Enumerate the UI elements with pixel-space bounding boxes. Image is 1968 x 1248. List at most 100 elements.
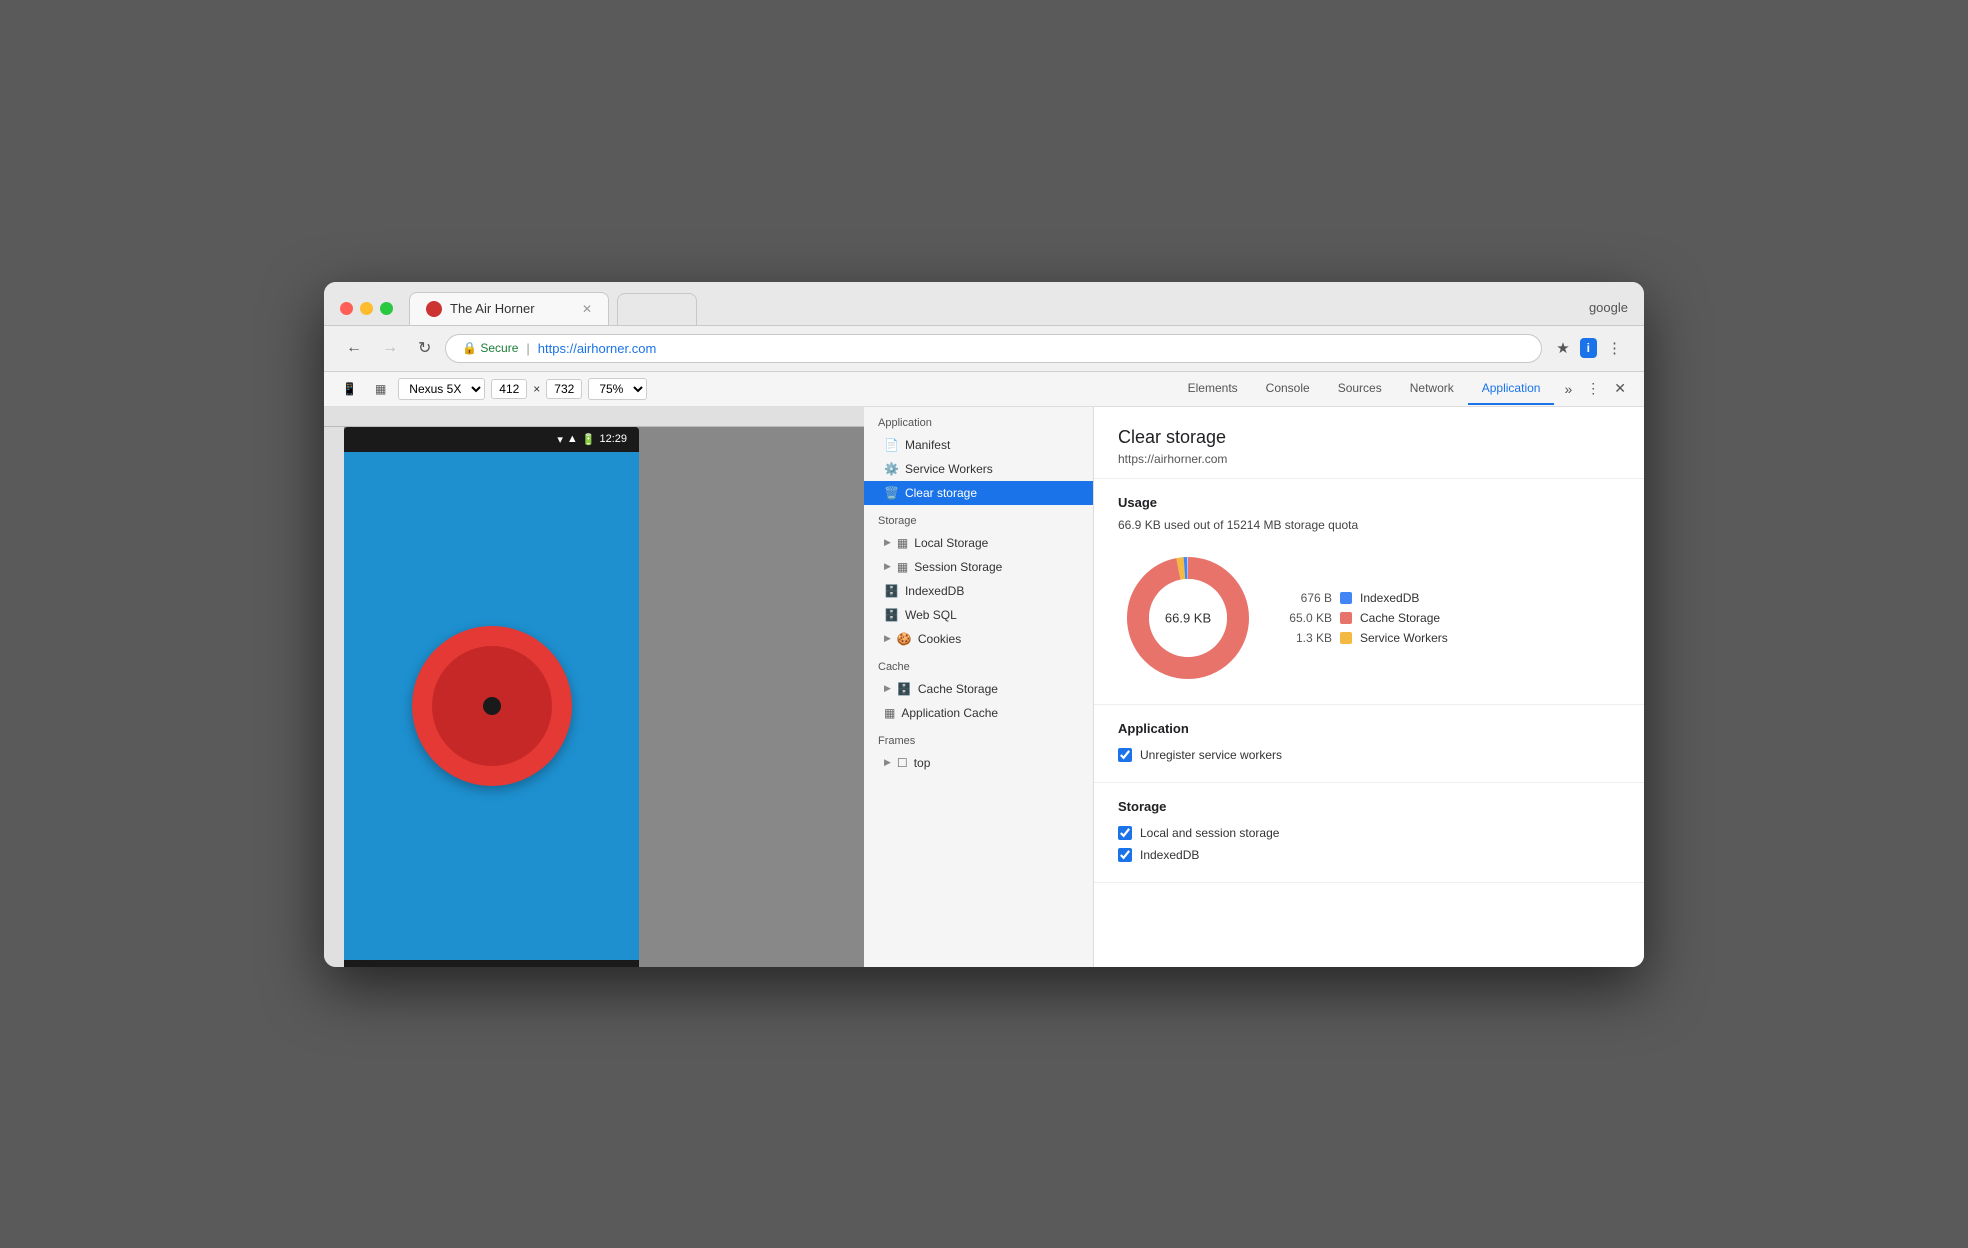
sidebar-item-local-storage[interactable]: ▶ ▦ Local Storage [864,531,1093,555]
sidebar-item-service-workers[interactable]: ⚙️ Service Workers [864,457,1093,481]
sidebar-item-cookies[interactable]: ▶ 🍪 Cookies [864,627,1093,651]
tab-close-button[interactable]: ✕ [582,302,592,316]
checkbox-indexeddb: IndexedDB [1118,844,1620,866]
browser-tab[interactable]: The Air Horner ✕ [409,292,609,325]
url-divider: | [526,341,529,356]
address-bar: ← → ↻ 🔒 Secure | https://airhorner.com ★… [324,326,1644,372]
sidebar-label-storage: Storage [864,505,1093,531]
panel-usage-section: Usage 66.9 KB used out of 15214 MB stora… [1094,479,1644,705]
more-tabs-button[interactable]: » [1558,377,1578,401]
sidebar-item-clear-storage[interactable]: 🗑️ Clear storage [864,481,1093,505]
devtools-menu-button[interactable]: ⋮ [1580,376,1606,401]
sidebar-item-application-cache[interactable]: ▦ Application Cache [864,701,1093,725]
toolbar-right: ★ i ⋮ [1550,335,1628,361]
sidebar-indexeddb-label: IndexedDB [905,584,964,598]
device-toolbar-toggle[interactable]: 📱 [336,378,363,400]
zoom-select[interactable]: 75% [588,378,647,400]
device-select[interactable]: Nexus 5X [398,378,485,400]
devtools-extra-icons: » ⋮ ✕ [1558,376,1632,401]
horn-center-dot [483,697,501,715]
tab-favicon [426,301,442,317]
sidebar-manifest-label: Manifest [905,438,950,452]
checkbox-local-session-storage-input[interactable] [1118,826,1132,840]
new-tab-area[interactable] [617,293,697,325]
sidebar-item-session-storage[interactable]: ▶ ▦ Session Storage [864,555,1093,579]
storage-section-title: Storage [1118,799,1620,814]
application-cache-icon: ▦ [884,706,895,720]
inspect-element-button[interactable]: ▦ [369,378,392,400]
indexeddb-icon: 🗄️ [884,584,899,598]
panel-application-section: Application Unregister service workers [1094,705,1644,783]
application-section-title: Application [1118,721,1620,736]
tab-sources[interactable]: Sources [1324,373,1396,405]
close-button[interactable] [340,302,353,315]
checkbox-unregister-sw-label: Unregister service workers [1140,748,1282,762]
sidebar-label-cache: Cache [864,651,1093,677]
devtools-panel: Clear storage https://airhorner.com Usag… [1094,407,1644,967]
tab-console[interactable]: Console [1252,373,1324,405]
signal-icon: ▲ [567,433,578,445]
legend-item-indexeddb: 676 B IndexedDB [1282,591,1448,605]
legend-label-service-workers: Service Workers [1360,631,1448,645]
sidebar-service-workers-label: Service Workers [905,462,993,476]
sidebar-item-indexeddb[interactable]: 🗄️ IndexedDB [864,579,1093,603]
devtools-bar: 📱 ▦ Nexus 5X × 75% Elements Console Sour… [324,372,1644,407]
session-storage-icon: ▦ [897,560,908,574]
donut-chart: 66.9 KB [1118,548,1258,688]
extension-button[interactable]: i [1580,338,1597,358]
checkbox-indexeddb-input[interactable] [1118,848,1132,862]
service-workers-icon: ⚙️ [884,462,899,476]
forward-button[interactable]: → [376,335,404,361]
legend-size-indexeddb: 676 B [1282,591,1332,605]
dimension-separator: × [533,382,540,396]
viewport: ▾ ▲ 🔋 12:29 [324,407,864,967]
horn-outer-circle[interactable] [412,626,572,786]
web-sql-icon: 🗄️ [884,608,899,622]
manifest-icon: 📄 [884,438,899,452]
tab-application[interactable]: Application [1468,373,1555,405]
height-input[interactable] [546,379,582,399]
address-url: https://airhorner.com [538,341,657,356]
top-arrow: ▶ [884,757,891,768]
wifi-icon: ▾ [557,433,563,446]
title-bar: The Air Horner ✕ google [324,282,1644,326]
cache-storage-arrow: ▶ [884,683,891,694]
sidebar-item-web-sql[interactable]: 🗄️ Web SQL [864,603,1093,627]
tab-elements[interactable]: Elements [1174,373,1252,405]
checkbox-unregister-sw-input[interactable] [1118,748,1132,762]
minimize-button[interactable] [360,302,373,315]
address-field[interactable]: 🔒 Secure | https://airhorner.com [445,334,1542,363]
legend-item-cache-storage: 65.0 KB Cache Storage [1282,611,1448,625]
devtools-close-button[interactable]: ✕ [1608,376,1632,401]
browser-window: The Air Horner ✕ google ← → ↻ 🔒 Secure |… [324,282,1644,967]
legend-color-indexeddb [1340,592,1352,604]
cookies-icon: 🍪 [897,632,912,646]
reload-button[interactable]: ↻ [412,334,437,362]
usage-text: 66.9 KB used out of 15214 MB storage quo… [1118,518,1620,532]
sidebar-item-cache-storage[interactable]: ▶ 🗄️ Cache Storage [864,677,1093,701]
battery-icon: 🔋 [582,433,596,446]
devtools-sidebar: Application 📄 Manifest ⚙️ Service Worker… [864,407,1094,967]
panel-header: Clear storage https://airhorner.com [1094,407,1644,479]
sidebar-top-label: top [914,756,931,770]
phone-content [344,452,639,960]
tab-network[interactable]: Network [1396,373,1468,405]
local-storage-icon: ▦ [897,536,908,550]
bookmark-button[interactable]: ★ [1550,335,1575,361]
donut-label: 66.9 KB [1165,610,1211,625]
back-button[interactable]: ← [340,335,368,361]
device-toolbar: 📱 ▦ Nexus 5X × 75% [336,372,647,406]
url-host: airhorner.com [577,341,656,356]
sidebar-local-storage-label: Local Storage [914,536,988,550]
sidebar-item-top[interactable]: ▶ ☐ top [864,751,1093,775]
sidebar-cache-storage-label: Cache Storage [918,682,998,696]
legend-label-cache-storage: Cache Storage [1360,611,1440,625]
checkbox-unregister-sw: Unregister service workers [1118,744,1620,766]
sidebar-item-manifest[interactable]: 📄 Manifest [864,433,1093,457]
menu-button[interactable]: ⋮ [1601,335,1628,361]
local-storage-arrow: ▶ [884,537,891,548]
maximize-button[interactable] [380,302,393,315]
horn-inner-circle [432,646,552,766]
width-input[interactable] [491,379,527,399]
panel-storage-section: Storage Local and session storage Indexe… [1094,783,1644,883]
